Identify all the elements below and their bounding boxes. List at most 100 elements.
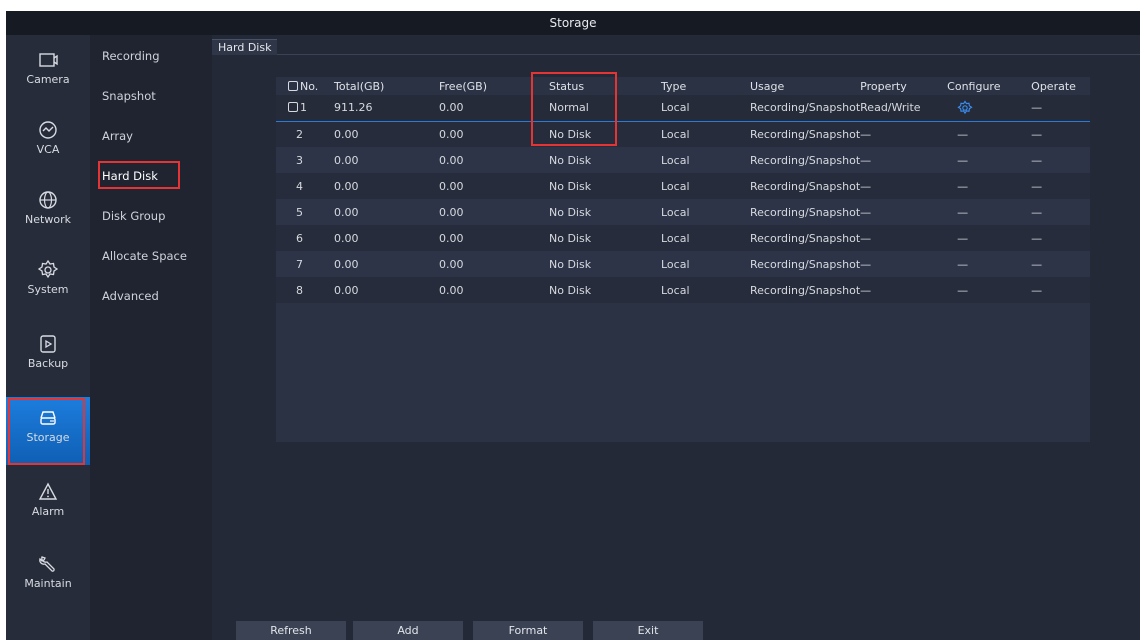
storage-submenu: Recording Snapshot Array Hard Disk Disk … <box>90 35 212 640</box>
nav-item-label: VCA <box>36 143 60 156</box>
exit-button[interactable]: Exit <box>593 621 703 640</box>
disk-table-body: 1 911.26 0.00 Normal Local Recording/Sna… <box>276 95 1090 303</box>
cell-property: — <box>860 277 948 303</box>
table-row[interactable]: 7 0.00 0.00 No Disk Local Recording/Snap… <box>276 251 1090 277</box>
cell-usage: Recording/Snapshot <box>750 251 861 277</box>
tab-bar: Hard Disk <box>212 39 1140 55</box>
cell-no: 8 <box>276 277 334 303</box>
nav-item-label: Alarm <box>31 505 65 518</box>
cell-total: 0.00 <box>334 199 439 225</box>
header-free: Free(GB) <box>439 79 487 93</box>
nav-item-label: Maintain <box>24 577 72 590</box>
nav-item-backup[interactable]: Backup <box>6 323 90 389</box>
cell-no: 6 <box>276 225 334 251</box>
cell-no: 4 <box>276 173 334 199</box>
cell-total: 0.00 <box>334 251 439 277</box>
submenu-item-recording[interactable]: Recording <box>102 49 160 63</box>
cell-configure: — <box>947 225 1032 251</box>
nav-item-vca[interactable]: VCA <box>6 109 90 175</box>
cell-configure: — <box>947 251 1032 277</box>
cell-free: 0.00 <box>439 277 549 303</box>
refresh-button[interactable]: Refresh <box>236 621 346 640</box>
submenu-item-hard-disk[interactable]: Hard Disk <box>102 169 158 183</box>
submenu-item-array[interactable]: Array <box>102 129 133 143</box>
cell-total: 0.00 <box>334 147 439 173</box>
table-row[interactable]: 6 0.00 0.00 No Disk Local Recording/Snap… <box>276 225 1090 251</box>
table-row[interactable]: 2 0.00 0.00 No Disk Local Recording/Snap… <box>276 121 1090 147</box>
header-usage: Usage <box>750 79 785 93</box>
cell-total: 0.00 <box>334 173 439 199</box>
nav-item-camera[interactable]: Camera <box>6 39 90 105</box>
vca-icon <box>39 121 57 139</box>
cell-property: — <box>860 147 948 173</box>
cell-operate: — <box>1031 121 1090 147</box>
cell-type: Local <box>661 147 750 173</box>
cell-free: 0.00 <box>439 199 549 225</box>
header-configure: Configure <box>947 79 1001 93</box>
storage-window: Storage Camera VCA Network System Backup… <box>6 11 1140 640</box>
nav-item-label: System <box>27 283 69 296</box>
content-area: Hard Disk No. Total(GB) Free(GB) Status … <box>212 35 1140 640</box>
nav-item-network[interactable]: Network <box>6 179 90 245</box>
cell-property: Read/Write <box>860 95 948 122</box>
cell-free: 0.00 <box>439 147 549 173</box>
cell-operate: — <box>1031 251 1090 277</box>
row-checkbox[interactable] <box>288 102 298 113</box>
submenu-item-disk-group[interactable]: Disk Group <box>102 209 165 223</box>
cell-configure: — <box>947 147 1032 173</box>
cell-property: — <box>860 225 948 251</box>
select-all-checkbox[interactable] <box>288 80 298 91</box>
nav-item-maintain[interactable]: Maintain <box>6 543 90 609</box>
submenu-item-snapshot[interactable]: Snapshot <box>102 89 156 103</box>
cell-type: Local <box>661 225 750 251</box>
table-row[interactable]: 4 0.00 0.00 No Disk Local Recording/Snap… <box>276 173 1090 199</box>
nav-item-storage[interactable]: Storage <box>6 397 90 465</box>
nav-item-system[interactable]: System <box>6 249 90 315</box>
cell-total: 0.00 <box>334 225 439 251</box>
table-row[interactable]: 3 0.00 0.00 No Disk Local Recording/Snap… <box>276 147 1090 173</box>
cell-usage: Recording/Snapshot <box>750 147 861 173</box>
cell-usage: Recording/Snapshot <box>750 225 861 251</box>
cell-type: Local <box>661 199 750 225</box>
tab-hard-disk[interactable]: Hard Disk <box>212 39 278 55</box>
cell-operate: — <box>1031 225 1090 251</box>
gear-icon[interactable] <box>957 100 973 116</box>
cell-usage: Recording/Snapshot <box>750 199 861 225</box>
cell-no: 7 <box>276 251 334 277</box>
cell-property: — <box>860 173 948 199</box>
format-button[interactable]: Format <box>473 621 583 640</box>
cell-type: Local <box>661 173 750 199</box>
cell-operate: — <box>1031 147 1090 173</box>
cell-status: No Disk <box>549 277 661 303</box>
warning-icon <box>38 482 58 500</box>
cell-usage: Recording/Snapshot <box>750 121 861 147</box>
cell-type: Local <box>661 121 750 147</box>
table-row[interactable]: 1 911.26 0.00 Normal Local Recording/Sna… <box>276 95 1090 122</box>
header-property: Property <box>860 79 907 93</box>
cell-configure: — <box>947 277 1032 303</box>
cell-operate: — <box>1031 95 1090 122</box>
cell-no: 5 <box>276 199 334 225</box>
cell-status: No Disk <box>549 251 661 277</box>
nav-item-label: Camera <box>26 73 70 86</box>
cell-total: 911.26 <box>334 95 439 122</box>
cell-operate: — <box>1031 199 1090 225</box>
gear-icon <box>37 259 59 279</box>
table-row[interactable]: 8 0.00 0.00 No Disk Local Recording/Snap… <box>276 277 1090 303</box>
add-button[interactable]: Add <box>353 621 463 640</box>
nav-item-label: Storage <box>26 431 70 444</box>
nav-item-alarm[interactable]: Alarm <box>6 471 90 537</box>
table-row[interactable]: 5 0.00 0.00 No Disk Local Recording/Snap… <box>276 199 1090 225</box>
header-no: No. <box>276 77 334 95</box>
cell-usage: Recording/Snapshot <box>750 277 861 303</box>
hdd-icon <box>40 411 56 425</box>
globe-icon <box>39 191 57 209</box>
submenu-item-advanced[interactable]: Advanced <box>102 289 159 303</box>
cell-operate: — <box>1031 277 1090 303</box>
submenu-item-allocate-space[interactable]: Allocate Space <box>102 249 187 263</box>
cell-total: 0.00 <box>334 121 439 147</box>
cell-type: Local <box>661 277 750 303</box>
header-type: Type <box>661 79 687 93</box>
header-operate: Operate <box>1031 79 1076 93</box>
button-bar: Refresh Add Format Exit <box>236 621 1136 640</box>
